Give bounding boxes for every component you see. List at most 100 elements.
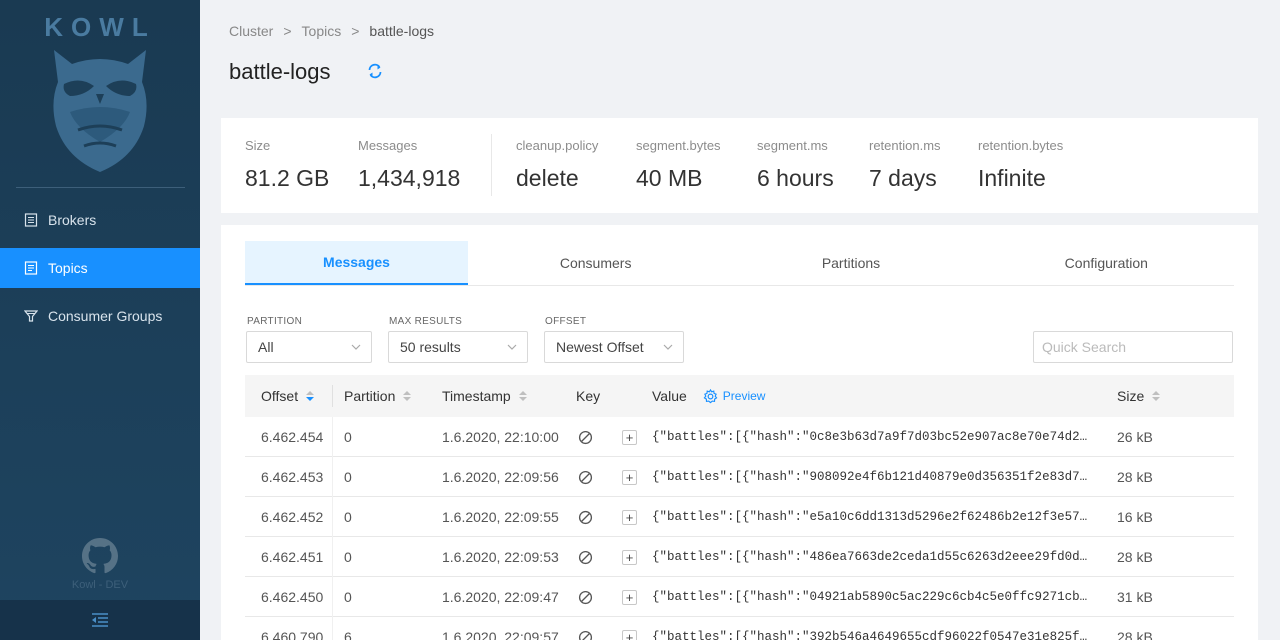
no-key-icon xyxy=(578,470,593,484)
sidebar-item-consumer-groups[interactable]: Consumer Groups xyxy=(0,296,200,336)
sort-descending-icon xyxy=(306,391,315,401)
topic-stats-card: Size 81.2 GB Messages 1,434,918 cleanup.… xyxy=(221,118,1258,213)
column-header-key: Key xyxy=(576,375,600,417)
cell-partition: 0 xyxy=(344,429,352,445)
cell-partition: 0 xyxy=(344,469,352,485)
brokers-icon xyxy=(24,213,38,227)
cell-timestamp: 1.6.2020, 22:09:56 xyxy=(442,469,559,485)
column-divider xyxy=(332,417,333,457)
stat-label: retention.bytes xyxy=(978,138,1064,153)
cell-key xyxy=(578,617,593,640)
sidebar-item-label: Consumer Groups xyxy=(48,308,163,324)
page-title: battle-logs xyxy=(229,59,331,84)
table-row[interactable]: 6.462.453 0 1.6.2020, 22:09:56 + {"battl… xyxy=(245,457,1234,497)
chevron-down-icon xyxy=(507,344,517,350)
stats-divider xyxy=(491,134,492,196)
environment-label: Kowl - DEV xyxy=(71,579,129,591)
table-row[interactable]: 6.462.452 0 1.6.2020, 22:09:55 + {"battl… xyxy=(245,497,1234,537)
logo-text: KOWL xyxy=(44,12,156,42)
no-key-icon xyxy=(578,630,593,640)
column-label: Offset xyxy=(261,388,299,404)
kowl-logo[interactable]: KOWL xyxy=(0,0,200,188)
refresh-icon[interactable] xyxy=(366,62,384,80)
cell-timestamp: 1.6.2020, 22:09:53 xyxy=(442,549,559,565)
column-header-partition[interactable]: Partition xyxy=(344,375,412,417)
column-header-offset[interactable]: Offset xyxy=(261,375,315,417)
cell-size: 28 kB xyxy=(1117,469,1153,485)
sidebar-item-label: Topics xyxy=(48,260,88,276)
preview-button[interactable]: Preview xyxy=(703,388,765,404)
expand-row-button[interactable]: + xyxy=(622,590,637,605)
cell-value: {"battles":[{"hash":"0c8e3b63d7a9f7d03bc… xyxy=(652,430,1092,444)
table-row[interactable]: 6.462.454 0 1.6.2020, 22:10:00 + {"battl… xyxy=(245,417,1234,457)
cell-key xyxy=(578,417,593,457)
breadcrumb-cluster[interactable]: Cluster xyxy=(229,23,273,39)
column-divider xyxy=(332,537,333,577)
topic-tabs: Messages Consumers Partitions Configurat… xyxy=(245,241,1234,286)
column-header-size[interactable]: Size xyxy=(1117,375,1161,417)
tab-partitions[interactable]: Partitions xyxy=(723,241,978,285)
no-key-icon xyxy=(578,430,593,444)
stat-value: Infinite xyxy=(978,165,1046,191)
table-body: 6.462.454 0 1.6.2020, 22:10:00 + {"battl… xyxy=(245,417,1234,640)
column-label: Value xyxy=(652,388,687,404)
expand-row-button[interactable]: + xyxy=(622,470,637,485)
column-label: Size xyxy=(1117,388,1145,404)
max-results-label: MAX RESULTS xyxy=(389,316,463,327)
cell-timestamp: 1.6.2020, 22:09:47 xyxy=(442,589,559,605)
table-row[interactable]: 6.462.451 0 1.6.2020, 22:09:53 + {"battl… xyxy=(245,537,1234,577)
column-label: Partition xyxy=(344,388,396,404)
offset-label: OFFSET xyxy=(545,316,587,327)
expand-row-button[interactable]: + xyxy=(622,550,637,565)
sidebar-divider xyxy=(16,187,185,188)
topic-details-panel: Messages Consumers Partitions Configurat… xyxy=(221,225,1258,640)
stat-label: Size xyxy=(245,138,271,153)
github-icon[interactable] xyxy=(82,538,118,574)
chevron-down-icon xyxy=(351,344,361,350)
cell-key xyxy=(578,457,593,497)
collapse-sidebar-button[interactable] xyxy=(0,600,200,640)
breadcrumb-separator: > xyxy=(283,23,292,39)
table-row[interactable]: 6.460.790 6 1.6.2020, 22:09:57 + {"battl… xyxy=(245,617,1234,640)
consumer-groups-icon xyxy=(24,310,38,322)
cell-offset: 6.462.454 xyxy=(261,429,324,445)
cell-partition: 0 xyxy=(344,589,352,605)
table-row[interactable]: 6.462.450 0 1.6.2020, 22:09:47 + {"battl… xyxy=(245,577,1234,617)
sidebar: KOWL Brokers Topics Consumer Groups Kowl… xyxy=(0,0,200,640)
offset-select[interactable]: Newest Offset xyxy=(544,331,684,363)
expand-row-button[interactable]: + xyxy=(622,630,637,640)
breadcrumb-topics[interactable]: Topics xyxy=(302,23,342,39)
partition-select-value: All xyxy=(258,339,274,355)
cell-timestamp: 1.6.2020, 22:10:00 xyxy=(442,429,559,445)
column-header-value: Value Preview xyxy=(652,375,765,417)
cell-size: 28 kB xyxy=(1117,549,1153,565)
column-divider xyxy=(332,385,333,407)
sort-icon xyxy=(403,391,412,401)
offset-select-value: Newest Offset xyxy=(556,339,644,355)
partition-label: PARTITION xyxy=(247,316,303,327)
partition-select[interactable]: All xyxy=(246,331,372,363)
quick-search-input[interactable] xyxy=(1033,331,1233,363)
tab-configuration[interactable]: Configuration xyxy=(979,241,1234,285)
expand-row-button[interactable]: + xyxy=(622,510,637,525)
column-header-timestamp[interactable]: Timestamp xyxy=(442,375,527,417)
max-results-select[interactable]: 50 results xyxy=(388,331,528,363)
stat-label: segment.bytes xyxy=(636,138,721,153)
stat-messages: Messages 1,434,918 xyxy=(358,138,460,192)
sidebar-item-label: Brokers xyxy=(48,212,97,228)
expand-row-button[interactable]: + xyxy=(622,430,637,445)
sidebar-item-brokers[interactable]: Brokers xyxy=(0,200,200,240)
cell-partition: 6 xyxy=(344,629,352,640)
tab-consumers[interactable]: Consumers xyxy=(468,241,723,285)
stat-segment-bytes: segment.bytes 40 MB xyxy=(636,138,721,192)
cell-timestamp: 1.6.2020, 22:09:55 xyxy=(442,509,559,525)
column-divider xyxy=(332,617,333,640)
cell-size: 28 kB xyxy=(1117,629,1153,640)
tab-messages[interactable]: Messages xyxy=(245,241,468,285)
sort-icon xyxy=(1152,391,1161,401)
cell-value: {"battles":[{"hash":"908092e4f6b121d4087… xyxy=(652,470,1092,484)
chevron-down-icon xyxy=(663,344,673,350)
cell-value: {"battles":[{"hash":"392b546a4649655cdf9… xyxy=(652,630,1092,640)
sidebar-item-topics[interactable]: Topics xyxy=(0,248,200,288)
stat-value: delete xyxy=(516,165,579,191)
